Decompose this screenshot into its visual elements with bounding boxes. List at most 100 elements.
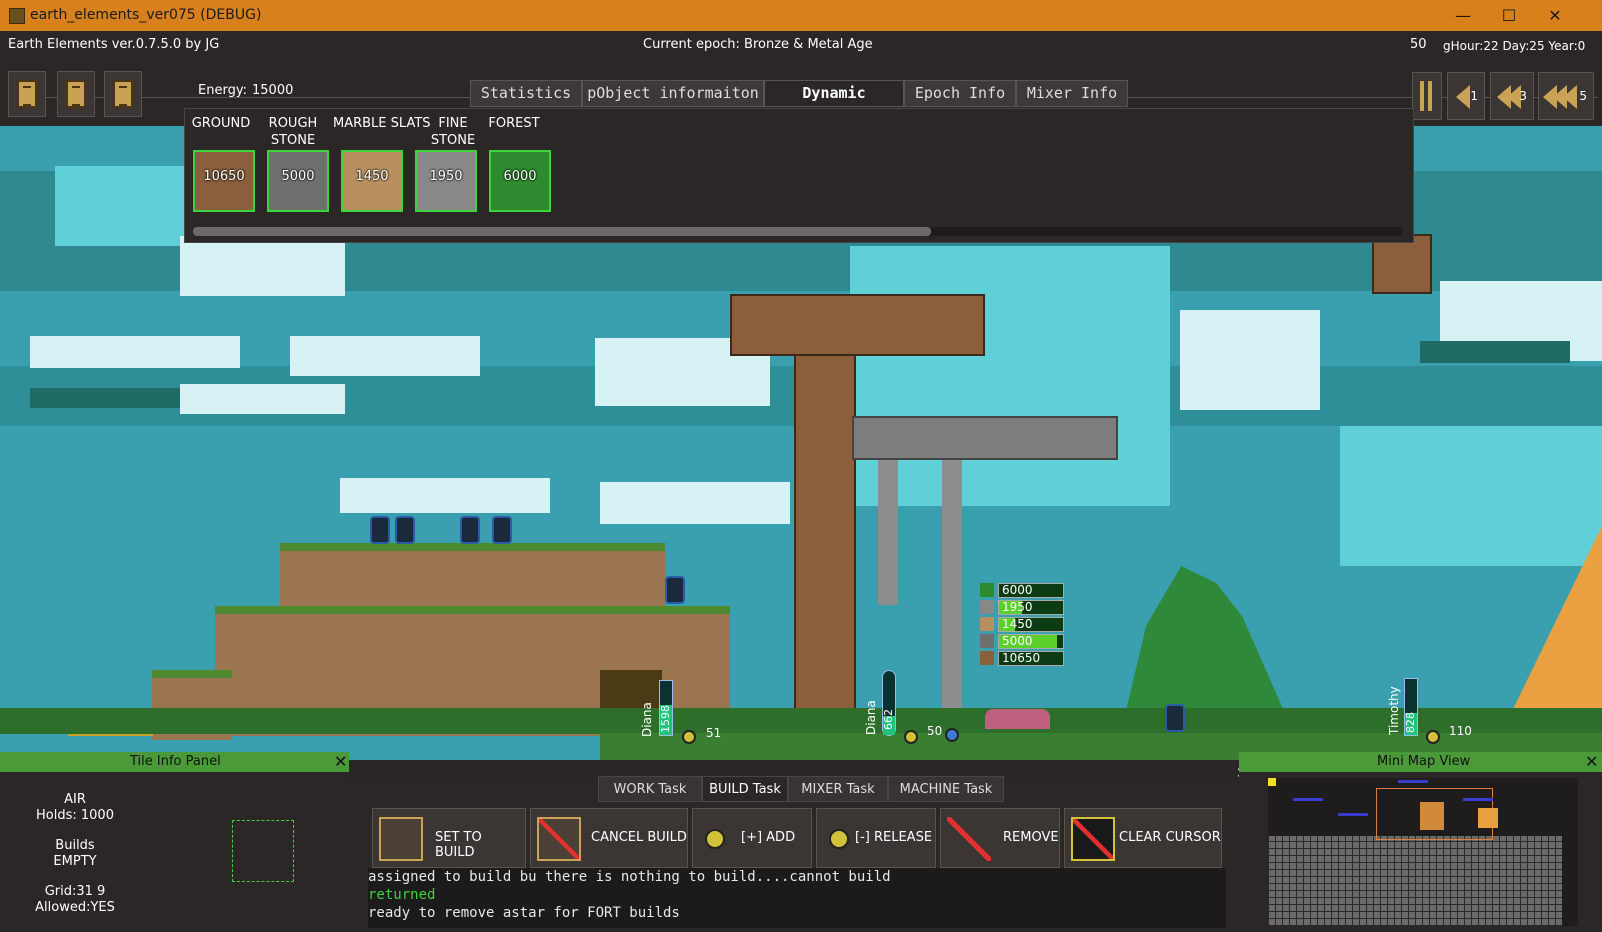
stack-value: 1450 — [1002, 617, 1033, 631]
tab-dynamic-resources[interactable]: Dynamic Resources — [764, 80, 904, 127]
worker-count: 110 — [1449, 724, 1472, 738]
tile-holds: Holds: 1000 — [36, 808, 114, 823]
log-line: assigned to build bu there is nothing to… — [368, 869, 891, 885]
scroll-icon — [66, 80, 86, 108]
resource-value: 5000 — [281, 169, 315, 184]
resource-tile-marble-slats[interactable]: 1450 — [341, 150, 403, 212]
tile-allowed: Allowed:YES — [35, 900, 115, 915]
rewind-arrow-icon — [1563, 85, 1577, 109]
tab-epoch-info[interactable]: Epoch Info — [904, 80, 1016, 107]
minimap-cloud — [1398, 780, 1428, 783]
speed-3-button[interactable]: 3 — [1490, 72, 1534, 120]
tab-mixer-info[interactable]: Mixer Info — [1016, 80, 1128, 107]
cloud — [600, 482, 790, 524]
ground-grass — [0, 708, 1602, 734]
resource-tile-ground[interactable]: 10650 — [193, 150, 255, 212]
ledger-button-1[interactable] — [8, 71, 46, 117]
resource-value: 1950 — [429, 169, 463, 184]
robot-unit[interactable] — [460, 516, 480, 544]
close-button[interactable]: ✕ — [1532, 0, 1578, 31]
pause-button[interactable] — [1412, 72, 1442, 120]
cloud — [1340, 426, 1602, 566]
worker-name: Diana — [864, 700, 878, 735]
mini-map-title: Mini Map View — [1377, 754, 1471, 769]
mini-map-close-button[interactable]: ✕ — [1585, 752, 1598, 771]
scrollbar-thumb[interactable] — [193, 227, 931, 236]
forest-icon — [980, 583, 994, 597]
tile-info-close-button[interactable]: ✕ — [334, 752, 347, 771]
ground-icon — [980, 651, 994, 665]
robot-unit[interactable] — [492, 516, 512, 544]
resource-value: 10650 — [203, 169, 245, 184]
resource-tile-fine-stone[interactable]: 1950 — [415, 150, 477, 212]
remove-button[interactable]: REMOVE — [940, 808, 1060, 868]
worker-figure[interactable] — [1426, 730, 1440, 744]
build-frame-icon — [379, 817, 423, 861]
resource-value: 6000 — [503, 169, 537, 184]
tab-machine-task[interactable]: MACHINE Task — [888, 776, 1004, 802]
robot-unit[interactable] — [370, 516, 390, 544]
mini-map-view[interactable] — [1268, 778, 1578, 926]
speed-value: 50 — [1410, 37, 1427, 52]
epoch-label: Current epoch: Bronze & Metal Age — [643, 37, 873, 52]
remove-label: REMOVE — [1003, 830, 1059, 845]
cloud — [30, 336, 240, 368]
ledger-button-3[interactable] — [104, 71, 142, 117]
message-log[interactable]: assigned to build bu there is nothing to… — [368, 868, 1226, 928]
worker-count: 51 — [706, 726, 722, 740]
pink-crop — [985, 709, 1050, 729]
robot-unit[interactable] — [395, 516, 415, 544]
set-to-build-button[interactable]: SET TO BUILD — [372, 808, 526, 868]
release-worker-button[interactable]: [-] RELEASE — [816, 808, 936, 868]
minimap-structure — [1478, 808, 1498, 828]
cancel-build-label: CANCEL BUILD — [591, 830, 687, 845]
window-title-bar: earth_elements_ver075 (DEBUG) — ☐ ✕ — [0, 0, 1602, 31]
minimap-terrain — [1268, 836, 1562, 926]
cloud — [1180, 310, 1320, 410]
worker-figure[interactable] — [682, 730, 696, 744]
cloud-shadow — [1420, 341, 1570, 363]
stack-bar: 1950 — [998, 600, 1064, 615]
stack-bar: 1450 — [998, 617, 1064, 632]
speed-1-label: 1 — [1470, 89, 1478, 103]
ledger-button-2[interactable] — [57, 71, 95, 117]
set-to-build-label: SET TO BUILD — [435, 830, 482, 860]
energy-value: 15000 — [252, 83, 294, 98]
cloud — [180, 384, 345, 414]
pause-bar-icon — [1428, 81, 1432, 111]
worker-figure[interactable] — [904, 730, 918, 744]
tab-statistics[interactable]: Statistics — [470, 80, 582, 107]
robot-unit[interactable] — [1165, 704, 1185, 732]
ground-block — [730, 294, 985, 356]
resource-value: 1450 — [355, 169, 389, 184]
robot-unit[interactable] — [665, 576, 685, 604]
stack-bar: 6000 — [998, 583, 1064, 598]
maximize-button[interactable]: ☐ — [1486, 0, 1532, 31]
clear-cursor-button[interactable]: CLEAR CURSOR — [1064, 808, 1222, 868]
tab-build-task[interactable]: BUILD Task — [702, 776, 788, 802]
remove-icon — [947, 817, 991, 861]
app-label: Earth Elements ver.0.7.5.0 by JG — [8, 37, 220, 52]
window-title: earth_elements_ver075 (DEBUG) — [30, 7, 262, 23]
stack-bar: 5000 — [998, 634, 1064, 649]
add-worker-button[interactable]: [+] ADD — [692, 808, 812, 868]
tab-mixer-task[interactable]: MIXER Task — [788, 776, 888, 802]
hill-terrain — [280, 543, 665, 613]
speed-1-button[interactable]: 1 — [1447, 72, 1485, 120]
resource-tile-forest[interactable]: 6000 — [489, 150, 551, 212]
resource-tile-rough-stone[interactable]: 5000 — [267, 150, 329, 212]
cancel-build-button[interactable]: CANCEL BUILD — [530, 808, 688, 868]
speed-5-button[interactable]: 5 — [1538, 72, 1594, 120]
minimize-button[interactable]: — — [1440, 0, 1486, 31]
tab-pobject-information[interactable]: pObject informaiton — [582, 80, 764, 107]
fine-stone-bridge — [852, 416, 1118, 460]
stack-value: 6000 — [1002, 583, 1033, 597]
speed-5-label: 5 — [1579, 89, 1587, 103]
tile-grid: Grid:31 9 — [44, 884, 106, 899]
tile-info-title: Tile Info Panel — [130, 754, 221, 769]
resource-scrollbar[interactable] — [193, 227, 1403, 236]
app-icon — [9, 8, 25, 24]
tab-work-task[interactable]: WORK Task — [598, 776, 702, 802]
water-drop-icon — [945, 728, 959, 742]
cloud — [290, 336, 480, 376]
